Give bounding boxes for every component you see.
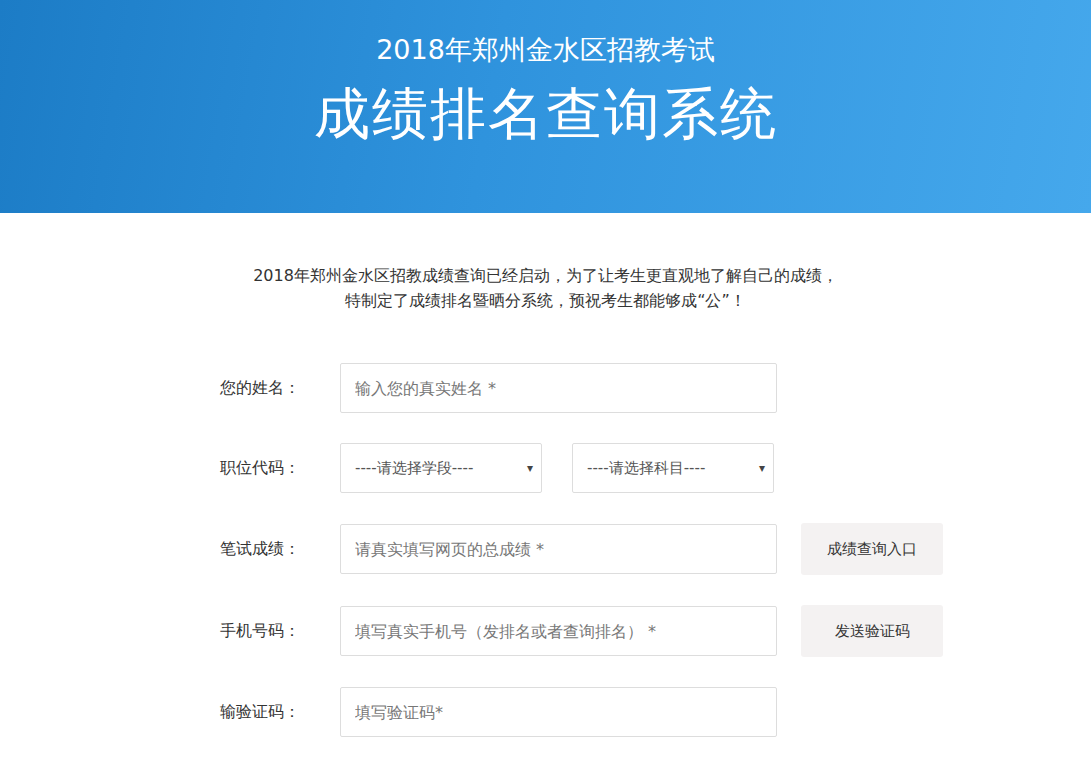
field-wrap [340, 524, 777, 574]
field-wrap [340, 687, 777, 737]
header-subtitle: 2018年郑州金水区招教考试 [0, 32, 1091, 68]
query-form: 您的姓名： 职位代码： ----请选择学段---- ▾ ----请选择科目---- ▾ 笔试… [220, 363, 1091, 737]
field-label: 输验证码： [220, 702, 316, 723]
field-label: 您的姓名： [220, 378, 316, 399]
form-row: 手机号码： 发送验证码 [220, 605, 1091, 657]
field-wrap [340, 363, 777, 413]
field-label: 职位代码： [220, 458, 316, 479]
text-input[interactable] [340, 687, 777, 737]
select-placeholder: ----请选择学段---- [355, 459, 473, 478]
action-button[interactable]: 成绩查询入口 [801, 523, 943, 575]
intro-line: 2018年郑州金水区招教成绩查询已经启动，为了让考生更直观地了解自己的成绩， [0, 263, 1091, 288]
text-input[interactable] [340, 524, 777, 574]
text-input[interactable] [340, 606, 777, 656]
select-dropdown[interactable]: ----请选择学段---- ▾ [340, 443, 542, 493]
form-row: 职位代码： ----请选择学段---- ▾ ----请选择科目---- ▾ [220, 443, 1091, 493]
field-label: 笔试成绩： [220, 539, 316, 560]
page: 2018年郑州金水区招教考试成绩排名查询系统 2018年郑州金水区招教成绩查询已经… [0, 0, 1091, 759]
header-banner: 2018年郑州金水区招教考试成绩排名查询系统 [0, 0, 1091, 213]
dropdown-arrow-icon: ▾ [527, 461, 533, 475]
header-title: 成绩排名查询系统 [0, 78, 1091, 150]
field-label: 手机号码： [220, 621, 316, 642]
form-row: 笔试成绩： 成绩查询入口 [220, 523, 1091, 575]
field-wrap [340, 606, 777, 656]
form-row: 您的姓名： [220, 363, 1091, 413]
intro-line: 特制定了成绩排名暨晒分系统，预祝考生都能够成“公”！ [0, 288, 1091, 313]
intro-text: 2018年郑州金水区招教成绩查询已经启动，为了让考生更直观地了解自己的成绩，特制… [0, 263, 1091, 313]
select-dropdown[interactable]: ----请选择科目---- ▾ [572, 443, 774, 493]
select-group: ----请选择学段---- ▾ ----请选择科目---- ▾ [340, 443, 774, 493]
select-placeholder: ----请选择科目---- [587, 459, 705, 478]
action-button[interactable]: 发送验证码 [801, 605, 943, 657]
dropdown-arrow-icon: ▾ [759, 461, 765, 475]
text-input[interactable] [340, 363, 777, 413]
form-row: 输验证码： [220, 687, 1091, 737]
